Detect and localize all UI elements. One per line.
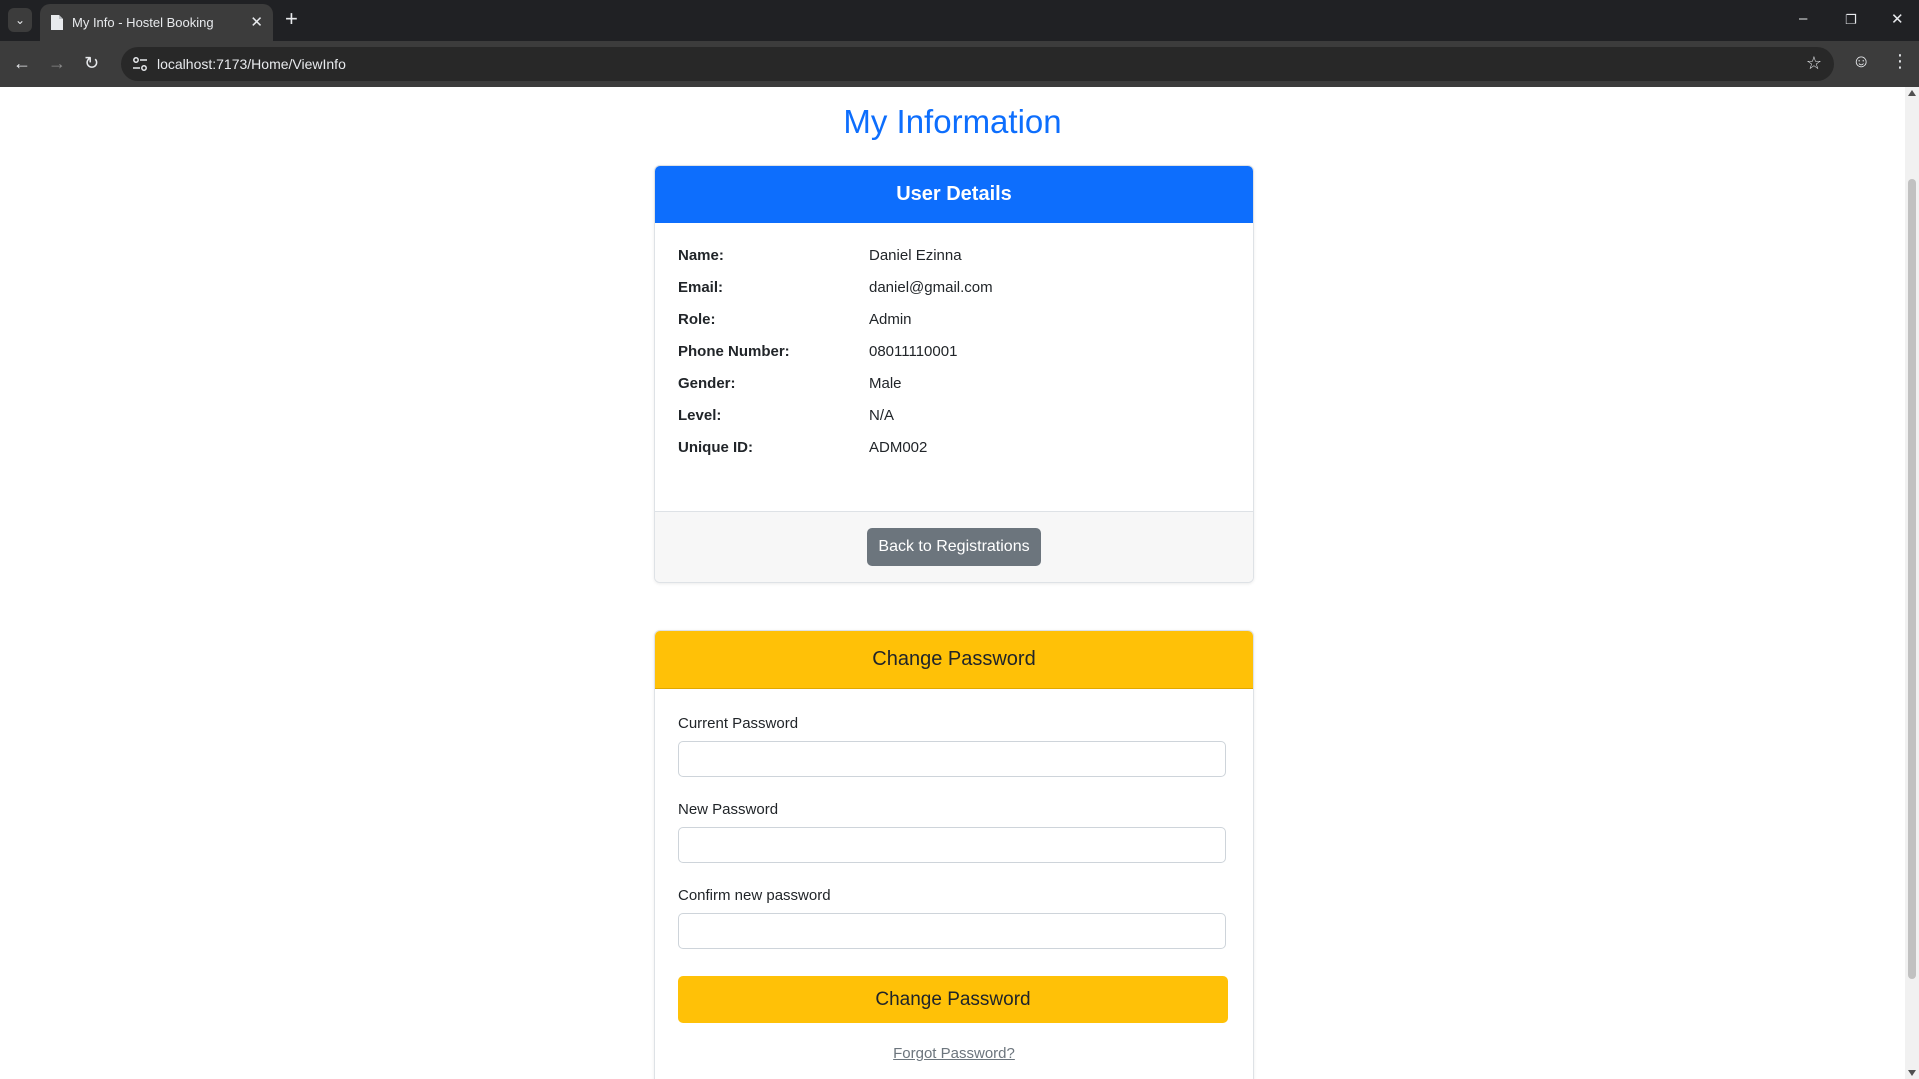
detail-value: 08011110001	[869, 343, 958, 360]
page-viewport: My Information User Details Name: Daniel…	[0, 87, 1905, 1079]
back-arrow-icon[interactable]: ←	[13, 53, 31, 73]
new-password-label: New Password	[678, 801, 779, 818]
detail-value: Daniel Ezinna	[869, 247, 962, 264]
new-password-input[interactable]	[678, 827, 1226, 863]
tab-close-icon[interactable]: ✕	[250, 13, 263, 31]
detail-value: ADM002	[869, 439, 928, 456]
page-icon	[51, 15, 63, 30]
change-password-header: Change Password	[655, 631, 1253, 689]
detail-label: Email:	[678, 279, 724, 296]
browser-tab[interactable]: My Info - Hostel Booking ✕	[40, 4, 273, 41]
address-bar[interactable]: localhost:7173/Home/ViewInfo ☆	[121, 47, 1834, 81]
browser-tab-bar: ⌄ My Info - Hostel Booking ✕ + – ❐ ✕	[0, 0, 1919, 41]
bookmark-star-icon[interactable]: ☆	[1806, 53, 1822, 74]
detail-value: Admin	[869, 311, 912, 328]
close-window-icon[interactable]: ✕	[1891, 10, 1904, 28]
profile-icon[interactable]: ☺	[1852, 51, 1870, 72]
site-settings-icon[interactable]	[131, 55, 149, 73]
restore-icon[interactable]: ❐	[1845, 12, 1857, 28]
page-title: My Information	[843, 103, 1062, 140]
scroll-up-arrow-icon[interactable]	[1908, 90, 1916, 96]
detail-value: N/A	[869, 407, 895, 424]
forgot-password-link[interactable]: Forgot Password?	[655, 1045, 1253, 1062]
change-password-button[interactable]: Change Password	[678, 976, 1228, 1023]
confirm-password-label: Confirm new password	[678, 887, 831, 904]
browser-toolbar: ← → ↻ localhost:7173/Home/ViewInfo ☆ ☺ ⋮	[0, 41, 1919, 87]
current-password-label: Current Password	[678, 715, 799, 732]
user-details-card: User Details Name: Daniel Ezinna Email: …	[654, 165, 1254, 583]
detail-label: Unique ID:	[678, 439, 753, 456]
minimize-icon[interactable]: –	[1799, 10, 1807, 27]
new-tab-plus-icon[interactable]: +	[285, 8, 298, 30]
detail-label: Gender:	[678, 375, 736, 392]
user-details-header: User Details	[655, 166, 1253, 223]
url-text: localhost:7173/Home/ViewInfo	[157, 56, 346, 72]
scroll-down-arrow-icon[interactable]	[1908, 1070, 1916, 1076]
detail-label: Role:	[678, 311, 716, 328]
change-password-card: Change Password Current Password New Pas…	[654, 630, 1254, 1079]
tab-title: My Info - Hostel Booking	[72, 15, 214, 30]
confirm-password-input[interactable]	[678, 913, 1226, 949]
scrollbar-thumb[interactable]	[1908, 179, 1916, 979]
user-details-body: Name: Daniel Ezinna Email: daniel@gmail.…	[655, 223, 1253, 511]
detail-label: Level:	[678, 407, 722, 424]
tab-list-chevron-down-icon[interactable]: ⌄	[8, 8, 32, 32]
reload-icon[interactable]: ↻	[84, 53, 99, 73]
menu-dots-icon[interactable]: ⋮	[1891, 51, 1909, 72]
detail-value: Male	[869, 375, 902, 392]
forward-arrow-icon[interactable]: →	[48, 53, 66, 73]
current-password-input[interactable]	[678, 741, 1226, 777]
detail-label: Name:	[678, 247, 724, 264]
back-to-registrations-button[interactable]: Back to Registrations	[867, 528, 1041, 566]
page-scrollbar[interactable]	[1905, 87, 1919, 1079]
detail-value: daniel@gmail.com	[869, 279, 993, 296]
detail-label: Phone Number:	[678, 343, 790, 360]
user-details-footer: Back to Registrations	[655, 511, 1253, 582]
